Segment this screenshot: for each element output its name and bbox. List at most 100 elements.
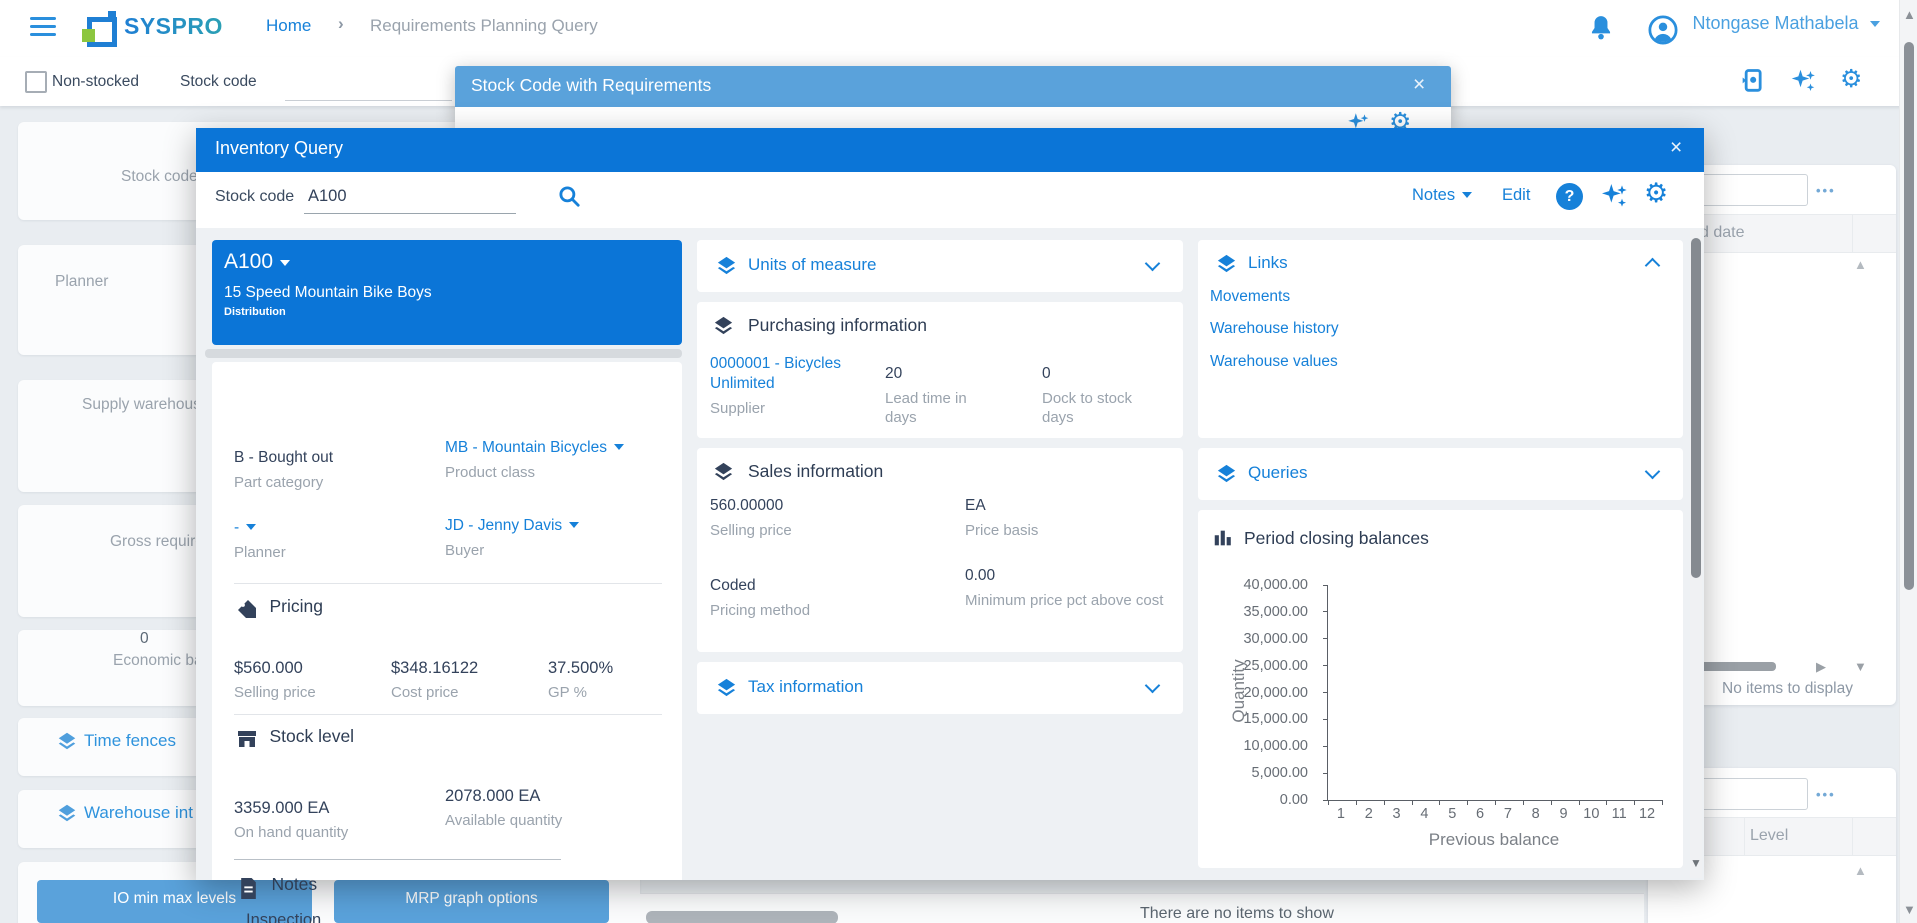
min-price-pct-label: Minimum price pct above cost bbox=[965, 591, 1170, 610]
movements-link[interactable]: Movements bbox=[1210, 288, 1290, 306]
settings-gear-icon[interactable]: ⚙ bbox=[1389, 109, 1411, 128]
grid1-scroll-down-icon[interactable]: ▼ bbox=[1854, 660, 1867, 673]
ai-sparkles-icon[interactable] bbox=[1788, 66, 1818, 101]
chart-x-tick: 9 bbox=[1550, 806, 1578, 822]
chart-x-tick: 2 bbox=[1355, 806, 1383, 822]
queries-card[interactable]: Queries bbox=[1198, 448, 1683, 500]
modal-stock-code-value: A100 bbox=[308, 187, 347, 206]
notes-menu-button[interactable]: Notes bbox=[1412, 186, 1472, 205]
chart-x-tick: 7 bbox=[1494, 806, 1522, 822]
modal-scrollbar[interactable]: ▼ bbox=[1690, 230, 1702, 878]
chart-x-tick: 11 bbox=[1605, 806, 1633, 822]
bg-warehouse-int-label: Warehouse int bbox=[84, 803, 193, 823]
warehouse-history-link[interactable]: Warehouse history bbox=[1210, 320, 1339, 338]
buyer-link[interactable]: JD - Jenny Davis bbox=[445, 517, 562, 534]
grid1-scroll-right-icon[interactable]: ▶ bbox=[1816, 660, 1826, 673]
modal-scroll-down-icon[interactable]: ▼ bbox=[1690, 856, 1702, 870]
inventory-query-titlebar[interactable]: Inventory Query × bbox=[196, 128, 1704, 172]
warehouse-values-link[interactable]: Warehouse values bbox=[1210, 353, 1338, 371]
grid2-column-header: Level bbox=[1750, 827, 1788, 845]
chart-y-tick: 40,000.00 bbox=[1243, 577, 1308, 593]
grid1-ellipsis-button[interactable]: ••• bbox=[1816, 183, 1836, 198]
product-class-label: Product class bbox=[445, 463, 624, 482]
stock-code-requirements-toolbar-sliver: ⚙ bbox=[455, 107, 1451, 128]
store-icon bbox=[235, 727, 259, 756]
ai-sparkles-icon[interactable] bbox=[1598, 180, 1630, 217]
cost-price-label: Cost price bbox=[391, 683, 478, 702]
price-tag-icon bbox=[235, 597, 259, 626]
device-settings-icon[interactable] bbox=[1738, 67, 1766, 100]
page-scrollbar[interactable]: ▲ ▼ bbox=[1899, 0, 1917, 923]
non-stocked-checkbox[interactable] bbox=[25, 71, 47, 93]
bg-economic-batch-value: 0 bbox=[140, 630, 149, 648]
grid2-ellipsis-button[interactable]: ••• bbox=[1816, 787, 1836, 802]
user-caret-down-icon bbox=[1870, 21, 1880, 27]
item-description: 15 Speed Mountain Bike Boys bbox=[224, 284, 432, 302]
ai-sparkles-icon[interactable] bbox=[1345, 110, 1371, 128]
breadcrumb-home-link[interactable]: Home bbox=[266, 16, 311, 36]
stock-code-filter-label: Stock code bbox=[180, 73, 257, 91]
layers-icon bbox=[712, 460, 735, 488]
part-category-value: B - Bought out bbox=[234, 448, 333, 468]
stock-code-requirements-title: Stock Code with Requirements bbox=[471, 75, 711, 96]
planner-link[interactable]: - bbox=[234, 519, 239, 536]
close-icon[interactable]: × bbox=[1413, 73, 1425, 97]
chevron-up-icon[interactable] bbox=[1645, 258, 1661, 274]
chart-y-tick: 25,000.00 bbox=[1243, 658, 1308, 674]
page-scroll-up-icon[interactable]: ▲ bbox=[1903, 8, 1916, 21]
syspro-logo-icon bbox=[82, 11, 116, 45]
planner-caret-icon bbox=[246, 524, 256, 530]
page-scrollbar-thumb[interactable] bbox=[1904, 42, 1914, 590]
item-details-card: B - Bought out Part category MB - Mounta… bbox=[212, 362, 682, 880]
period-closing-balances-card: Period closing balances 0.005,000.0010,0… bbox=[1198, 510, 1683, 868]
inspection-item[interactable]: Inspection bbox=[246, 910, 321, 923]
search-icon[interactable] bbox=[556, 183, 582, 214]
horizontal-scrollbar[interactable] bbox=[646, 911, 838, 923]
edit-button[interactable]: Edit bbox=[1502, 186, 1530, 205]
hamburger-menu-icon[interactable] bbox=[30, 17, 56, 37]
planner-label: Planner bbox=[234, 543, 286, 562]
supplier-link[interactable]: 0000001 - Bicycles Unlimited bbox=[710, 354, 850, 394]
close-icon[interactable]: × bbox=[1670, 136, 1682, 160]
bg-time-fences-label: Time fences bbox=[84, 731, 176, 751]
grid1-scroll-up-icon[interactable]: ▲ bbox=[1854, 258, 1867, 271]
grid1-column-header: d date bbox=[1700, 224, 1744, 242]
buyer-label: Buyer bbox=[445, 541, 579, 560]
settings-gear-icon[interactable]: ⚙ bbox=[1840, 66, 1862, 92]
notification-bell-icon[interactable] bbox=[1588, 14, 1614, 47]
help-icon[interactable]: ? bbox=[1556, 183, 1583, 210]
modal-stock-code-input[interactable] bbox=[304, 213, 516, 214]
units-of-measure-card[interactable]: Units of measure bbox=[697, 240, 1183, 292]
mrp-graph-options-button[interactable]: MRP graph options bbox=[334, 880, 609, 923]
grid2-scroll-up-icon[interactable]: ▲ bbox=[1854, 864, 1867, 877]
stock-code-requirements-window: Stock Code with Requirements × ⚙ bbox=[455, 66, 1451, 128]
chart-x-label: Previous balance bbox=[1327, 830, 1661, 850]
stock-code-filter-input[interactable] bbox=[285, 100, 452, 101]
left-panel-horizontal-scrollbar[interactable] bbox=[205, 349, 682, 358]
available-qty-label: Available quantity bbox=[445, 811, 562, 830]
inventory-query-title: Inventory Query bbox=[215, 138, 343, 159]
item-code-value: A100 bbox=[224, 250, 273, 273]
modal-scrollbar-thumb[interactable] bbox=[1691, 238, 1701, 578]
pricing-title: Pricing bbox=[269, 596, 323, 616]
inventory-query-modal: Inventory Query × Stock code A100 Notes … bbox=[196, 128, 1704, 880]
chart-x-tick: 1 bbox=[1327, 806, 1355, 822]
inventory-query-toolbar: Stock code A100 Notes Edit ? ⚙ bbox=[196, 172, 1704, 228]
units-of-measure-title: Units of measure bbox=[748, 255, 877, 275]
product-class-caret-icon bbox=[614, 444, 624, 450]
chart-y-tick: 0.00 bbox=[1280, 792, 1308, 808]
available-qty-value: 2078.000 EA bbox=[445, 786, 562, 806]
settings-gear-icon[interactable]: ⚙ bbox=[1644, 181, 1668, 207]
chart-y-label: Quantity bbox=[1229, 631, 1251, 751]
chart-y-tick: 5,000.00 bbox=[1252, 765, 1308, 781]
user-menu[interactable]: Ntongase Mathabela bbox=[1648, 13, 1880, 50]
price-basis-label: Price basis bbox=[965, 521, 1038, 540]
stock-code-requirements-titlebar[interactable]: Stock Code with Requirements × bbox=[455, 66, 1451, 107]
page-scroll-down-icon[interactable]: ▼ bbox=[1903, 903, 1916, 916]
product-class-link[interactable]: MB - Mountain Bicycles bbox=[445, 439, 607, 456]
tax-info-card[interactable]: Tax information bbox=[697, 662, 1183, 714]
queries-title: Queries bbox=[1248, 463, 1308, 483]
bg-supply-warehouse-label: Supply warehouse bbox=[82, 395, 210, 414]
item-summary-card[interactable]: A100 15 Speed Mountain Bike Boys Distrib… bbox=[212, 240, 682, 345]
layers-icon bbox=[56, 802, 78, 829]
